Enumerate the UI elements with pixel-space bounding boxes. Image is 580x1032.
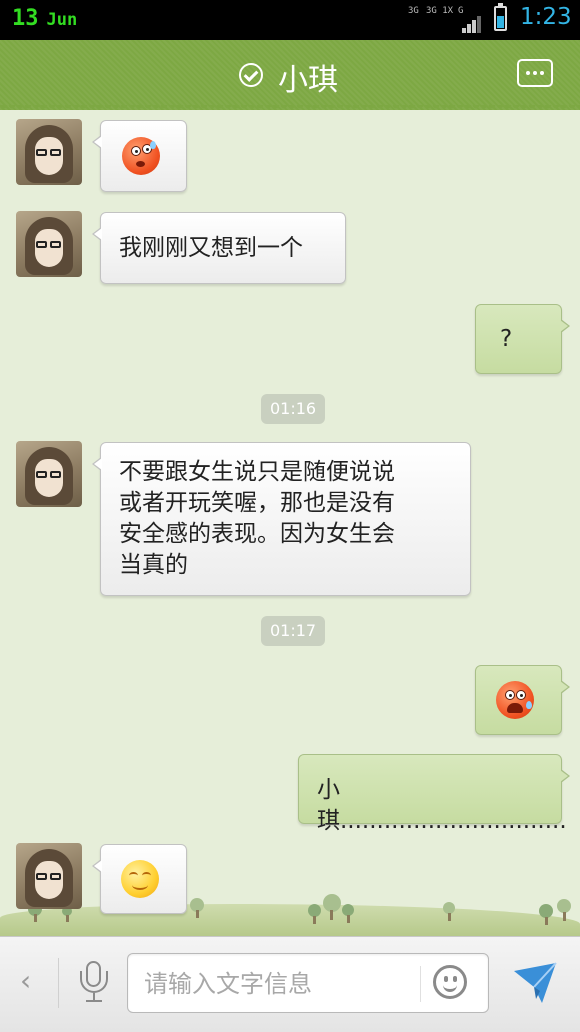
message-bubble-incoming[interactable]: 我刚刚又想到一个 <box>92 212 346 284</box>
contact-avatar[interactable] <box>16 843 82 909</box>
message-bubble-outgoing[interactable] <box>475 665 570 735</box>
status-date: 13 Jun <box>12 6 77 31</box>
status-date-month: Jun <box>46 10 78 30</box>
time-divider: 01:17 <box>261 616 326 646</box>
header-edge <box>0 105 580 111</box>
sad-sweat-face-emoji <box>496 681 534 719</box>
battery-icon <box>494 3 507 31</box>
grass-hill-decoration <box>0 904 580 936</box>
message-text-line: 当真的 <box>119 552 188 578</box>
status-bar: 13 Jun 3G 3G 1X G 1:23 <box>0 0 580 40</box>
more-menu-icon[interactable] <box>517 59 553 87</box>
message-text-line: 安全感的表现。因为女生会 <box>119 521 395 547</box>
status-time: 1:23 <box>520 4 572 30</box>
smile-face-emoji <box>121 860 159 898</box>
status-date-day: 13 <box>12 6 39 31</box>
message-bubble-incoming[interactable] <box>92 844 187 914</box>
message-text: ? <box>500 326 513 352</box>
message-text: 我刚刚又想到一个 <box>119 235 303 261</box>
message-bubble-outgoing[interactable]: ? <box>475 304 570 374</box>
message-input[interactable] <box>142 964 426 1004</box>
input-divider <box>58 958 59 1008</box>
message-text-line: 不要跟女生说只是随便说说 <box>119 459 395 485</box>
check-circle-icon <box>239 63 263 87</box>
message-text-line: 或者开玩笑喔，那也是没有 <box>119 490 395 516</box>
message-input-box <box>127 953 489 1013</box>
message-bubble-outgoing[interactable]: 小琪............................... <box>298 754 570 834</box>
contact-name-title: 小琪 <box>278 63 338 98</box>
microphone-icon[interactable] <box>79 961 109 1003</box>
message-bubble-incoming[interactable] <box>92 120 187 192</box>
chevron-left-icon[interactable]: ‹ <box>20 967 32 995</box>
signal-bars-icon <box>462 14 482 33</box>
network-3g1x-label: 3G 1X <box>426 6 454 16</box>
send-icon[interactable] <box>512 961 558 1005</box>
smiley-icon[interactable] <box>433 965 467 999</box>
network-3g-label: 3G <box>408 6 419 16</box>
message-bubble-incoming[interactable]: 不要跟女生说只是随便说说 或者开玩笑喔，那也是没有 安全感的表现。因为女生会 当… <box>92 442 471 596</box>
input-inner-divider <box>420 966 421 1002</box>
contact-avatar[interactable] <box>16 441 82 507</box>
sweat-face-emoji <box>122 137 160 175</box>
message-text: 小琪............................... <box>317 777 567 834</box>
network-icons: 3G 3G 1X G <box>406 6 486 34</box>
time-divider: 01:16 <box>261 394 326 424</box>
contact-avatar[interactable] <box>16 119 82 185</box>
contact-avatar[interactable] <box>16 211 82 277</box>
